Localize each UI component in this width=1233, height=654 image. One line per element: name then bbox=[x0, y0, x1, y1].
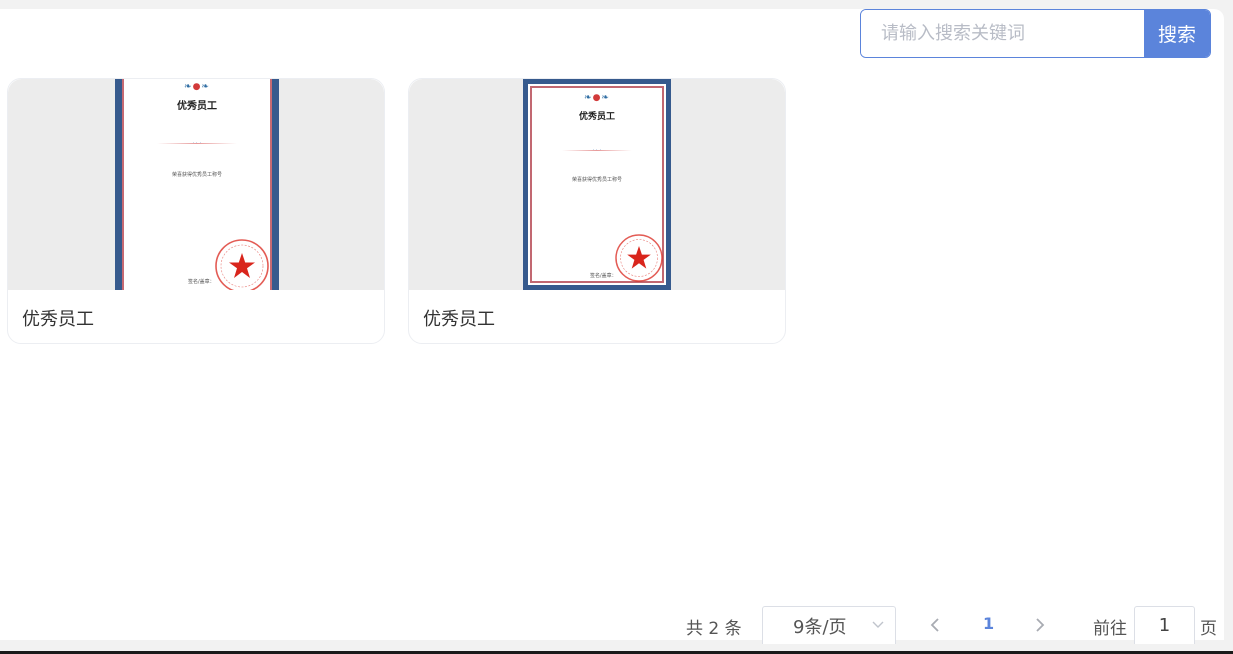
search-bar: 搜索 bbox=[860, 9, 1211, 58]
seal-stamp-icon bbox=[215, 239, 269, 290]
certificate-body: 荣喜获得优秀员工称号 bbox=[171, 172, 222, 178]
card-title: 优秀员工 bbox=[423, 309, 495, 330]
laurel-icon: ❧●❧ bbox=[184, 82, 210, 92]
certificate-body: 荣喜获得优秀员工称号 bbox=[571, 177, 622, 183]
card-thumbnail[interactable]: ❧●❧ 优秀员工 · · · 荣喜获得优秀员工称号 签名/盖章： bbox=[8, 79, 384, 290]
certificate-ornament: · · · bbox=[192, 140, 202, 145]
page-number-current[interactable]: 1 bbox=[983, 614, 994, 633]
certificate-ornament: · · · bbox=[592, 147, 602, 152]
certificate-image: ❧●❧ 优秀员工 · · · 荣喜获得优秀员工称号 签名/盖章： bbox=[115, 79, 279, 290]
card-thumbnail[interactable]: ❧●❧ 优秀员工 · · · 荣喜获得优秀员工称号 签名/盖章： bbox=[409, 79, 785, 290]
page-unit-label: 页 bbox=[1200, 619, 1217, 639]
certificate-title: 优秀员工 bbox=[578, 112, 615, 122]
certificate-card[interactable]: ❧●❧ 优秀员工 · · · 荣喜获得优秀员工称号 签名/盖章： 优秀员工 bbox=[408, 78, 786, 344]
search-input[interactable] bbox=[861, 10, 1144, 57]
certificate-image: ❧●❧ 优秀员工 · · · 荣喜获得优秀员工称号 签名/盖章： bbox=[523, 79, 671, 290]
chevron-left-icon[interactable] bbox=[928, 616, 942, 634]
pagination-total: 共 2 条 bbox=[686, 619, 742, 639]
card-title: 优秀员工 bbox=[22, 309, 94, 330]
laurel-icon: ❧●❧ bbox=[584, 93, 610, 103]
goto-page-input[interactable]: 1 bbox=[1134, 606, 1195, 644]
certificate-card[interactable]: ❧●❧ 优秀员工 · · · 荣喜获得优秀员工称号 签名/盖章： 优秀员工 bbox=[7, 78, 385, 344]
chevron-down-icon bbox=[872, 621, 884, 628]
seal-stamp-icon bbox=[615, 234, 663, 282]
certificate-title: 优秀员工 bbox=[177, 101, 217, 112]
certificate-sign: 签名/盖章： bbox=[188, 279, 215, 285]
goto-label: 前往 bbox=[1093, 619, 1127, 639]
search-button[interactable]: 搜索 bbox=[1144, 10, 1210, 57]
chevron-right-icon[interactable] bbox=[1033, 616, 1047, 634]
page-size-value: 9条/页 bbox=[793, 616, 847, 638]
page-size-select[interactable]: 9条/页 bbox=[762, 606, 896, 644]
